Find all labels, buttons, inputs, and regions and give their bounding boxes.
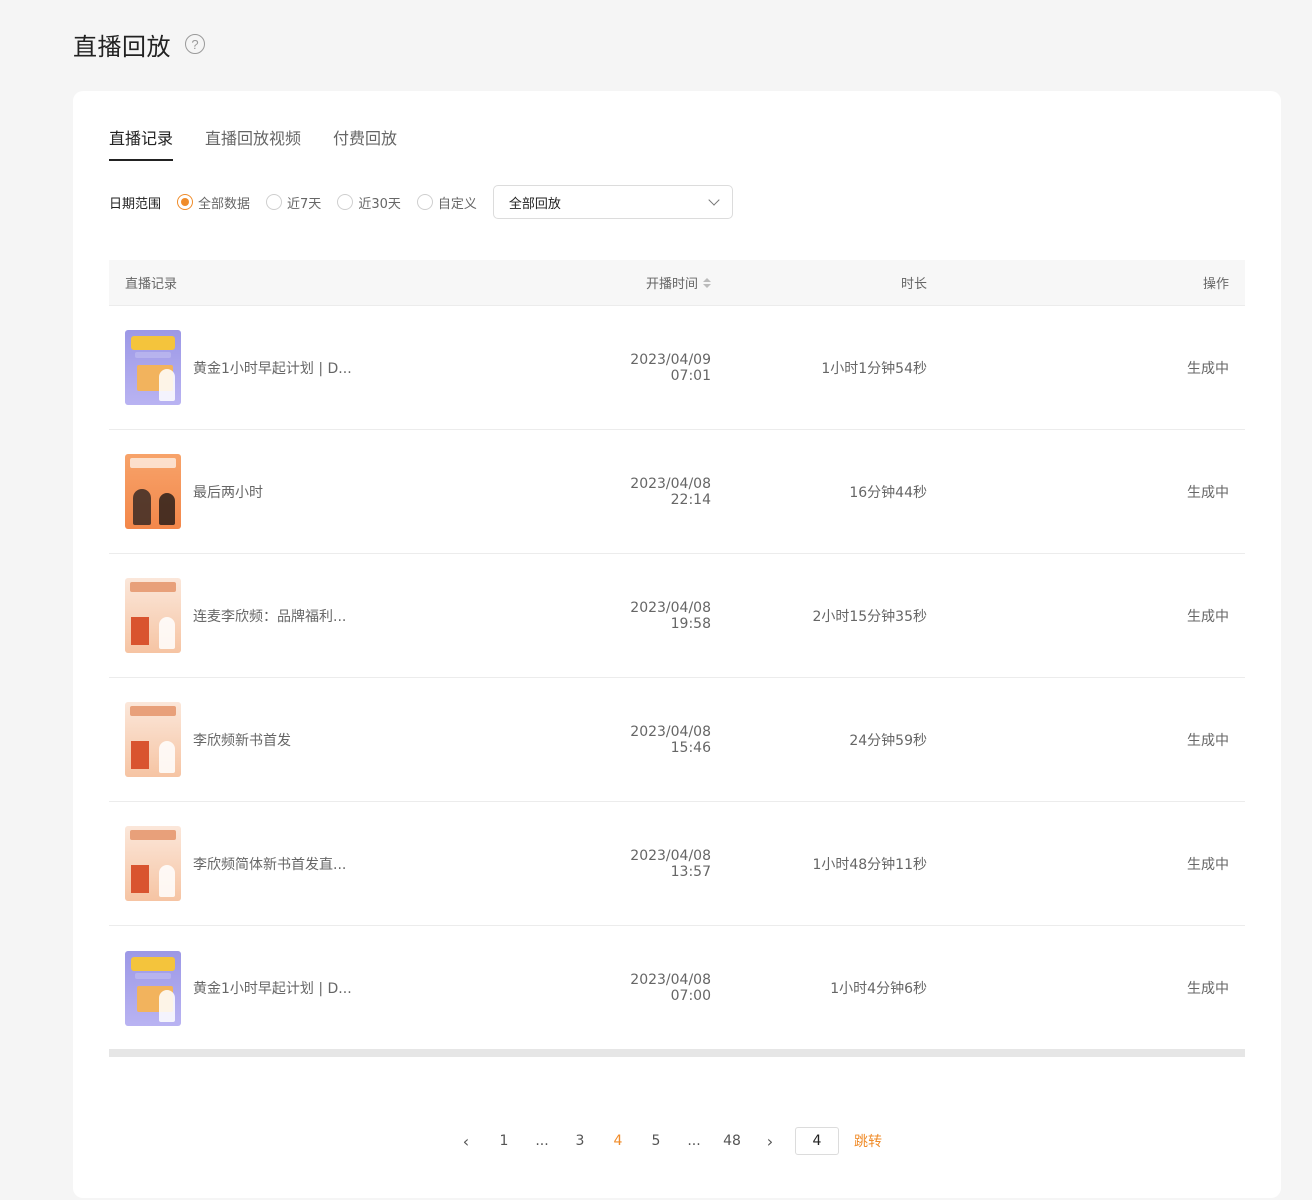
duration: 1小时48分钟11秒 (812, 856, 927, 873)
page-item[interactable]: 3 (561, 1133, 599, 1149)
radio-label: 近30天 (358, 196, 401, 212)
jump-button[interactable]: 跳转 (854, 1131, 882, 1151)
action-status: 生成中 (1187, 981, 1229, 997)
table-row[interactable]: 黄金1小时早起计划 | D... 2023/04/08 07:00 1小时4分钟… (109, 926, 1245, 1050)
radio-all-data[interactable]: 全部数据 (177, 193, 250, 212)
record-title: 李欣频新书首发 (193, 732, 291, 749)
page-header: 直播回放 ? (73, 26, 205, 62)
date-filter: 日期范围 全部数据 近7天 近30天 自定义 全部回放 (109, 185, 733, 219)
header-duration: 时长 (900, 277, 927, 292)
duration: 2小时15分钟35秒 (812, 608, 927, 625)
action-status: 生成中 (1187, 484, 1229, 501)
tab-live-records[interactable]: 直播记录 (109, 125, 174, 161)
cover-thumbnail (125, 826, 181, 901)
page-item[interactable]: 5 (637, 1133, 675, 1149)
prev-page-button[interactable]: ‹ (447, 1132, 485, 1151)
next-page-button[interactable]: › (751, 1132, 789, 1151)
record-title: 黄金1小时早起计划 | D... (193, 360, 352, 377)
start-time: 2023/04/09 07:01 (630, 351, 711, 384)
duration: 1小时1分钟54秒 (821, 360, 927, 377)
record-title: 连麦李欣频：品牌福利... (193, 608, 347, 625)
live-records-table: 直播记录 开播时间 时长 操作 黄金1小时早起计划 | D... 2023/04… (109, 260, 1245, 1050)
duration: 24分钟59秒 (849, 732, 927, 749)
cover-thumbnail (125, 950, 181, 1026)
table-row[interactable]: 李欣频新书首发 2023/04/08 15:46 24分钟59秒 生成中 (109, 678, 1245, 802)
action-status: 生成中 (1187, 360, 1229, 377)
replay-type-select[interactable]: 全部回放 (492, 185, 733, 219)
start-time: 2023/04/08 19:58 (630, 599, 711, 632)
page-item-current[interactable]: 4 (599, 1133, 637, 1149)
header-record: 直播记录 (125, 277, 178, 292)
jump-page-input[interactable]: 4 (795, 1127, 839, 1155)
table-row[interactable]: 黄金1小时早起计划 | D... 2023/04/09 07:01 1小时1分钟… (109, 306, 1245, 430)
cover-thumbnail (125, 578, 181, 653)
radio-checked-icon (177, 194, 194, 210)
tab-replay-videos[interactable]: 直播回放视频 (205, 125, 301, 161)
page-item[interactable]: 1 (485, 1133, 523, 1149)
page-ellipsis[interactable]: ... (675, 1133, 713, 1149)
header-start-time[interactable]: 开播时间 (599, 273, 711, 292)
radio-last-7-days[interactable]: 近7天 (266, 193, 321, 212)
content-card: 直播记录 直播回放视频 付费回放 日期范围 全部数据 近7天 近30天 自定义 … (73, 91, 1281, 1198)
start-time: 2023/04/08 15:46 (630, 723, 711, 756)
header-start-time-label: 开播时间 (645, 277, 698, 292)
record-title: 黄金1小时早起计划 | D... (193, 981, 352, 997)
radio-custom[interactable]: 自定义 (416, 193, 477, 212)
radio-last-30-days[interactable]: 近30天 (337, 193, 401, 212)
horizontal-scrollbar[interactable] (109, 1049, 1245, 1057)
radio-label: 全部数据 (198, 196, 251, 212)
cover-thumbnail (125, 330, 181, 405)
duration: 16分钟44秒 (849, 484, 927, 501)
date-range-label: 日期范围 (109, 196, 162, 212)
sort-icon[interactable] (703, 277, 711, 288)
help-icon[interactable]: ? (185, 34, 205, 54)
start-time: 2023/04/08 13:57 (630, 847, 711, 880)
table-row[interactable]: 连麦李欣频：品牌福利... 2023/04/08 19:58 2小时15分钟35… (109, 554, 1245, 678)
table-header: 直播记录 开播时间 时长 操作 (109, 260, 1245, 306)
start-time: 2023/04/08 07:00 (630, 972, 711, 1004)
tab-paid-replay[interactable]: 付费回放 (333, 125, 397, 161)
pagination: ‹ 1 ... 3 4 5 ... 48 › 4 跳转 (447, 1126, 882, 1156)
action-status: 生成中 (1187, 732, 1229, 749)
radio-unchecked-icon (337, 194, 354, 210)
cover-thumbnail (125, 454, 181, 529)
action-status: 生成中 (1187, 856, 1229, 873)
chevron-down-icon (708, 193, 720, 206)
select-value: 全部回放 (508, 196, 561, 212)
radio-label: 自定义 (437, 196, 477, 212)
radio-unchecked-icon (266, 194, 283, 210)
page-title: 直播回放 (73, 32, 171, 61)
start-time: 2023/04/08 22:14 (630, 475, 711, 508)
table-row[interactable]: 最后两小时 2023/04/08 22:14 16分钟44秒 生成中 (109, 430, 1245, 554)
radio-label: 近7天 (287, 196, 322, 212)
action-status: 生成中 (1187, 608, 1229, 625)
page-item[interactable]: 48 (713, 1133, 751, 1149)
tab-bar: 直播记录 直播回放视频 付费回放 (109, 125, 429, 161)
record-title: 李欣频简体新书首发直... (193, 856, 347, 873)
record-title: 最后两小时 (193, 484, 263, 501)
radio-unchecked-icon (416, 194, 433, 210)
duration: 1小时4分钟6秒 (830, 981, 927, 997)
cover-thumbnail (125, 702, 181, 777)
page-ellipsis[interactable]: ... (523, 1133, 561, 1149)
header-action: 操作 (1202, 277, 1229, 292)
table-row[interactable]: 李欣频简体新书首发直... 2023/04/08 13:57 1小时48分钟11… (109, 802, 1245, 926)
